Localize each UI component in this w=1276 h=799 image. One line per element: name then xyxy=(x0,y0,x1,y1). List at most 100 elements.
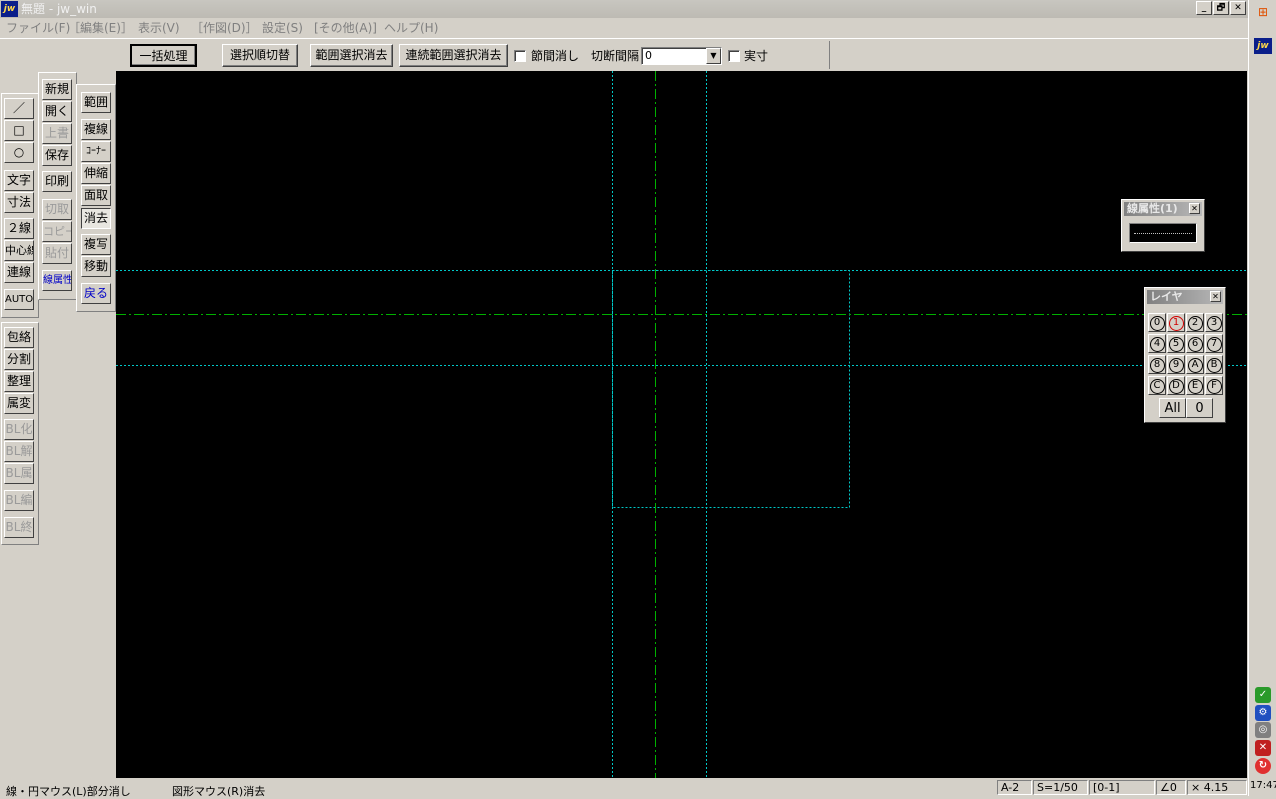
tool-open[interactable]: 開く xyxy=(42,101,72,122)
layer-button-a[interactable]: A xyxy=(1186,355,1204,374)
jw-app-icon[interactable]: jw xyxy=(1,1,18,17)
tool-undo[interactable]: 戻る xyxy=(81,283,111,304)
tool-block-create[interactable]: BL化 xyxy=(4,419,34,440)
tool-double-line[interactable]: ２線 xyxy=(4,218,34,239)
menu-draw[interactable]: ［作図(D)］ xyxy=(191,19,258,36)
tool-save[interactable]: 保存 xyxy=(42,145,72,166)
tool-corner[interactable]: ｺｰﾅｰ xyxy=(81,141,111,162)
layer-palette-title[interactable]: レイヤ ✕ xyxy=(1147,290,1223,304)
zoom-factor[interactable]: × 4.15 xyxy=(1187,780,1247,795)
status-right-hint: 図形マウス(R)消去 xyxy=(172,785,266,798)
tool-circle[interactable]: ○ xyxy=(4,142,34,163)
menu-view[interactable]: 表示(V) xyxy=(138,19,180,36)
cut-interval-select[interactable]: 0 ▼ xyxy=(641,47,722,65)
tool-range[interactable]: 範囲 xyxy=(81,92,111,113)
tool-center-line[interactable]: 中心線 xyxy=(4,240,34,261)
batch-process-button[interactable]: 一括処理 xyxy=(130,44,197,67)
close-icon[interactable]: ✕ xyxy=(1189,203,1200,214)
line-attribute-preview[interactable] xyxy=(1129,223,1197,243)
tool-dimension[interactable]: 寸法 xyxy=(4,192,34,213)
menu-settings[interactable]: 設定(S) xyxy=(262,19,303,36)
menu-other[interactable]: [その他(A)] xyxy=(314,19,377,36)
close-button[interactable]: ✕ xyxy=(1230,1,1246,15)
tool-arrange[interactable]: 整理 xyxy=(4,371,34,392)
chevron-down-icon[interactable]: ▼ xyxy=(706,48,721,64)
scale[interactable]: S=1/50 xyxy=(1033,780,1088,795)
tool-line[interactable]: ／ xyxy=(4,98,34,119)
tool-new[interactable]: 新規 xyxy=(42,79,72,100)
layer-button-9[interactable]: 9 xyxy=(1167,355,1185,374)
network-icon[interactable]: ⚙ xyxy=(1255,705,1271,721)
update-icon[interactable]: ↻ xyxy=(1255,758,1271,774)
tool-block-edit[interactable]: BL編 xyxy=(4,490,34,511)
layer-button-0[interactable]: 0 xyxy=(1148,313,1166,332)
paper-size[interactable]: A-2 xyxy=(997,780,1032,795)
layer-button-c[interactable]: C xyxy=(1148,376,1166,395)
tool-attribute-change[interactable]: 属変 xyxy=(4,393,34,414)
jw-taskbar-icon[interactable]: jw xyxy=(1254,38,1272,54)
tool-copy-figure[interactable]: 複写 xyxy=(81,234,111,255)
close-icon[interactable]: ✕ xyxy=(1210,291,1221,302)
layer-label: 7 xyxy=(1206,337,1222,352)
line-attribute-title[interactable]: 線属性(1) ✕ xyxy=(1124,202,1202,216)
layer-label: B xyxy=(1206,358,1222,373)
tool-extend[interactable]: 伸縮 xyxy=(81,163,111,184)
layer-group-button[interactable]: 0 xyxy=(1186,398,1213,418)
tool-block-end[interactable]: BL終 xyxy=(4,517,34,538)
continuous-range-delete-button[interactable]: 連続範囲選択消去 xyxy=(399,44,508,67)
tool-paste[interactable]: 貼付 xyxy=(42,243,72,264)
layer-button-f[interactable]: F xyxy=(1205,376,1223,395)
layer-button-5[interactable]: 5 xyxy=(1167,334,1185,353)
tool-rectangle[interactable]: □ xyxy=(4,120,34,141)
layer-button-e[interactable]: E xyxy=(1186,376,1204,395)
layer-button-8[interactable]: 8 xyxy=(1148,355,1166,374)
security-icon[interactable]: ◎ xyxy=(1255,722,1271,738)
tool-block-release[interactable]: BL解 xyxy=(4,441,34,462)
layer-button-d[interactable]: D xyxy=(1167,376,1185,395)
layer-button-6[interactable]: 6 xyxy=(1186,334,1204,353)
alert-icon[interactable]: ✕ xyxy=(1255,740,1271,756)
edit-tool-panel: 包絡 分割 整理 属変 BL化 BL解 BL属 BL編 BL終 xyxy=(1,322,39,545)
range-delete-button[interactable]: 範囲選択消去 xyxy=(310,44,393,67)
restore-button[interactable]: 🗗 xyxy=(1213,1,1229,15)
tool-continuous-line[interactable]: 連線 xyxy=(4,262,34,283)
layer-button-b[interactable]: B xyxy=(1205,355,1223,374)
layer-button-1[interactable]: 1 xyxy=(1167,313,1185,332)
layer-button-4[interactable]: 4 xyxy=(1148,334,1166,353)
tool-text[interactable]: 文字 xyxy=(4,170,34,191)
drawing-canvas[interactable] xyxy=(116,71,1247,778)
select-order-button[interactable]: 選択順切替 xyxy=(222,44,298,67)
tool-envelope[interactable]: 包絡 xyxy=(4,327,34,348)
check-icon[interactable]: ✓ xyxy=(1255,687,1271,703)
tool-print[interactable]: 印刷 xyxy=(42,171,72,192)
layer-group-indicator[interactable]: [0-1] xyxy=(1089,780,1155,795)
menu-edit[interactable]: ［編集(E)］ xyxy=(68,19,133,36)
menu-file[interactable]: ファイル(F) xyxy=(6,19,70,36)
tool-block-attribute[interactable]: BL属 xyxy=(4,463,34,484)
node-gap-checkbox[interactable] xyxy=(514,50,526,62)
angle[interactable]: ∠0 xyxy=(1156,780,1186,795)
tool-copy[interactable]: コピー xyxy=(42,221,72,242)
tool-cut[interactable]: 切取 xyxy=(42,199,72,220)
windows-logo-icon[interactable]: ⊞ xyxy=(1254,2,1272,22)
layer-button-2[interactable]: 2 xyxy=(1186,313,1204,332)
tool-overwrite[interactable]: 上書 xyxy=(42,123,72,144)
toolbar-divider xyxy=(829,41,830,69)
tool-line-attribute[interactable]: 線属性 xyxy=(42,270,72,291)
tool-divide[interactable]: 分割 xyxy=(4,349,34,370)
status-left-hint: 線・円マウス(L)部分消し xyxy=(6,785,131,798)
status-bar: 線・円マウス(L)部分消し 図形マウス(R)消去 A-2 S=1/50 [0-1… xyxy=(0,779,1248,798)
minimize-button[interactable]: _ xyxy=(1196,1,1212,15)
tool-move[interactable]: 移動 xyxy=(81,256,111,277)
tool-chamfer[interactable]: 面取 xyxy=(81,185,111,206)
draw-tool-panel: ／ □ ○ 文字 寸法 ２線 中心線 連線 AUTO xyxy=(1,93,39,318)
tool-erase[interactable]: 消去 xyxy=(81,208,111,229)
layer-button-7[interactable]: 7 xyxy=(1205,334,1223,353)
tool-auto[interactable]: AUTO xyxy=(4,289,34,310)
tool-parallel-line[interactable]: 複線 xyxy=(81,119,111,140)
line-attribute-palette: 線属性(1) ✕ xyxy=(1121,199,1205,252)
layer-button-3[interactable]: 3 xyxy=(1205,313,1223,332)
layer-all-button[interactable]: All xyxy=(1159,398,1186,418)
menu-help[interactable]: ヘルプ(H) xyxy=(384,19,438,36)
actual-size-checkbox[interactable] xyxy=(728,50,740,62)
